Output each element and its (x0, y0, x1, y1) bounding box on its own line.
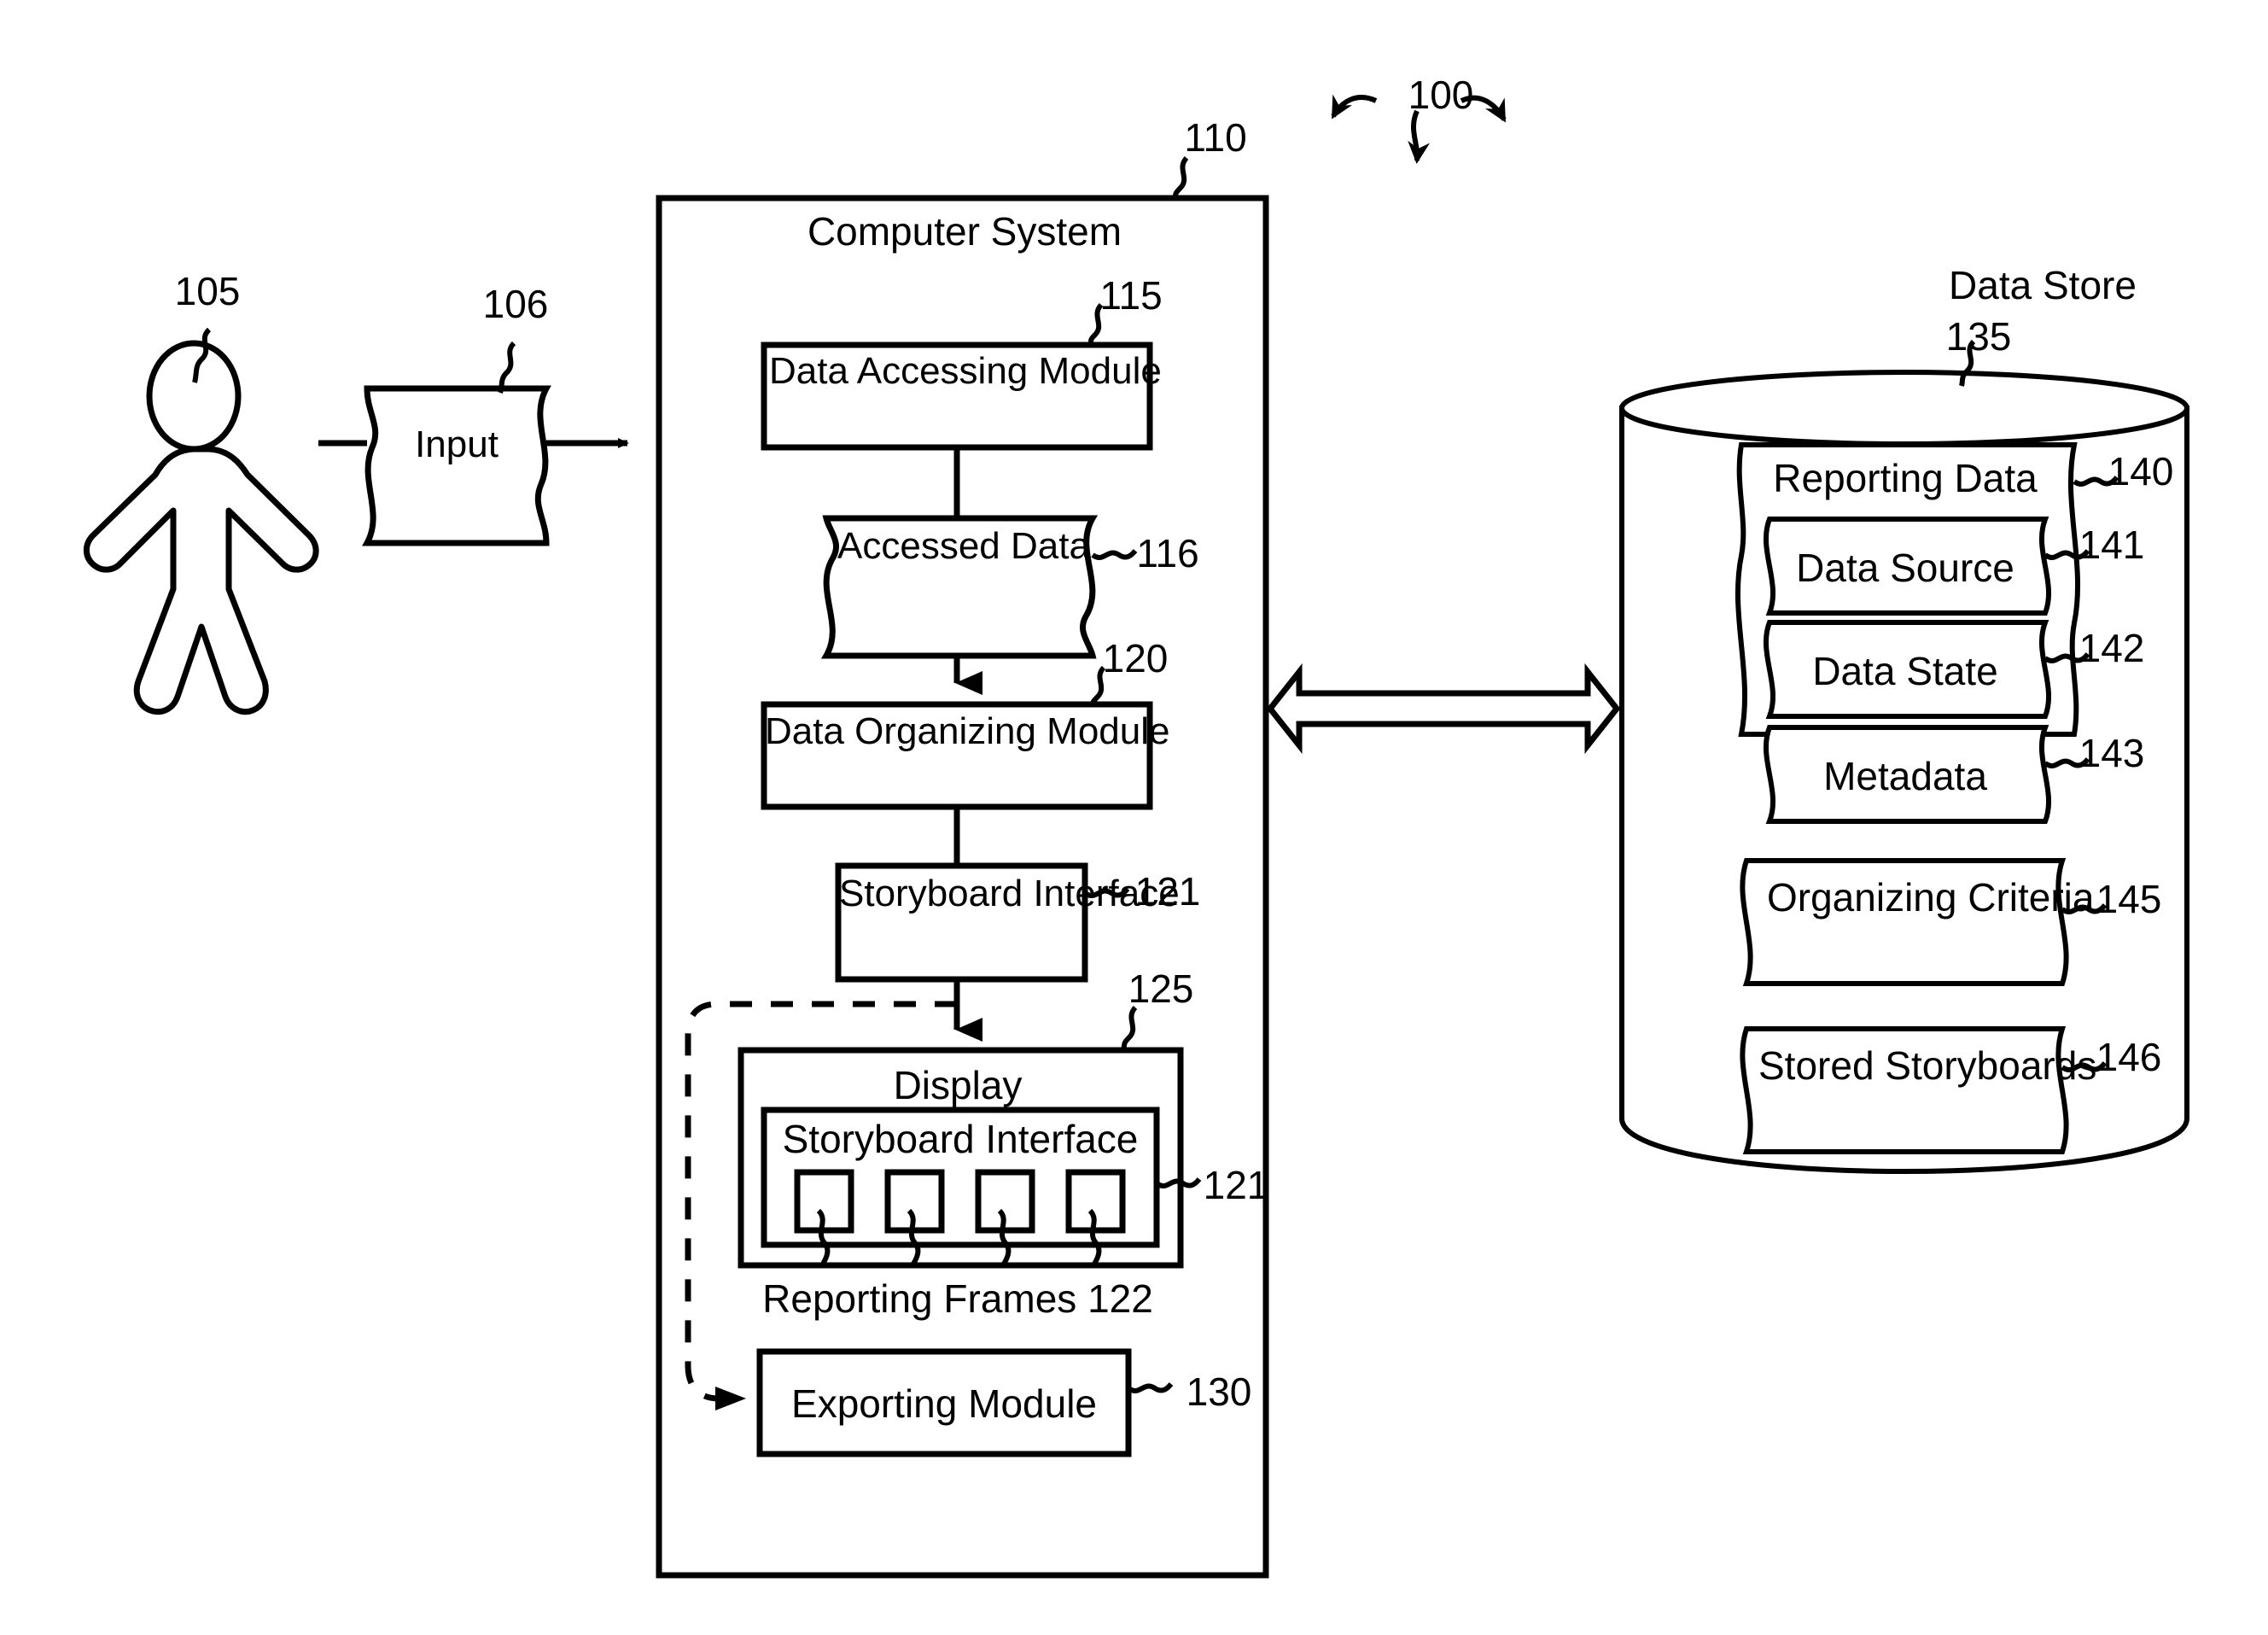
input-label: Input (415, 423, 498, 465)
ref-105: 105 (174, 269, 241, 313)
ref-120: 120 (1102, 636, 1169, 680)
ref-135: 135 (1945, 314, 2012, 359)
user-stick-figure (83, 340, 319, 715)
data-accessing-module-label: Data Accessing Module (769, 350, 1162, 392)
exporting-module-label: Exporting Module (791, 1381, 1097, 1426)
storyboard-interface-label: Storyboard Interface (839, 873, 1180, 914)
diagram-vector-layer (83, 94, 2189, 1579)
stored-storyboards-label: Stored Storyboards (1758, 1043, 2097, 1088)
data-state-label: Data State (1812, 649, 1998, 693)
ref-115: 115 (1099, 273, 1163, 318)
metadata-label: Metadata (1823, 754, 1987, 798)
data-source-label: Data Source (1796, 546, 2014, 590)
ref-142: 142 (2079, 626, 2145, 670)
patent-figure: 100 105 106 Input 110 Computer System 11… (0, 0, 2268, 1635)
leader-106 (498, 341, 516, 394)
bidirectional-arrow (1266, 663, 1621, 755)
reporting-data-label: Reporting Data (1773, 456, 2038, 500)
ref-106: 106 (482, 282, 549, 326)
display-label: Display (893, 1063, 1023, 1107)
ref-140: 140 (2108, 449, 2174, 493)
ref-146: 146 (2096, 1035, 2162, 1079)
ref-130: 130 (1186, 1369, 1252, 1414)
data-store-title: Data Store (1949, 263, 2137, 307)
ref-143: 143 (2079, 731, 2145, 775)
ref-110: 110 (1184, 115, 1247, 160)
computer-system-title: Computer System (807, 209, 1122, 254)
ref-145: 145 (2096, 877, 2162, 921)
accessed-data-label: Accessed Data (837, 525, 1090, 567)
ref-141: 141 (2079, 523, 2145, 567)
ref-125: 125 (1128, 966, 1194, 1011)
leader-105 (192, 327, 212, 383)
organizing-criteria-label: Organizing Criteria (1767, 875, 2095, 920)
ref-116: 116 (1136, 531, 1199, 575)
ref-121-lower: 121 (1203, 1163, 1269, 1207)
leader-110 (1172, 155, 1189, 201)
data-organizing-module-label: Data Organizing Module (765, 710, 1170, 752)
reporting-frames-caption: Reporting Frames 122 (762, 1276, 1153, 1321)
figure-ref-100: 100 (1408, 73, 1474, 117)
display-storyboard-interface-label: Storyboard Interface (782, 1117, 1139, 1161)
